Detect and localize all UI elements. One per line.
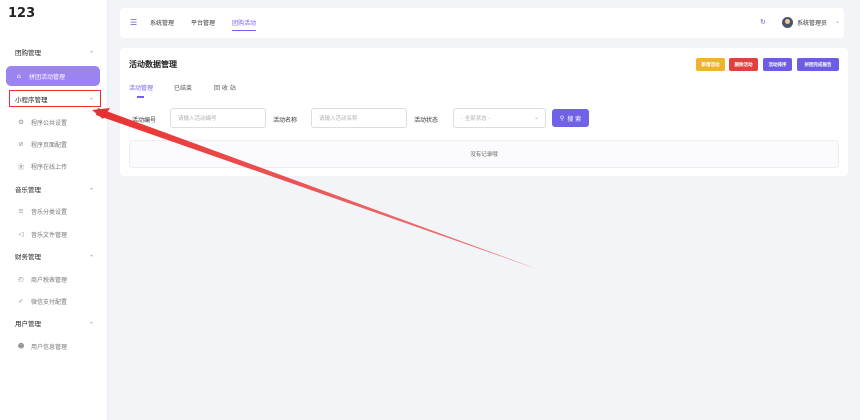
sidebar-item-upload[interactable]: Ⓡ 程序在线上传 — [0, 157, 108, 175]
sidebar-item-music-category[interactable]: ≡ 音乐分类设置 — [0, 202, 108, 220]
page-title: 活动数据管理 — [129, 60, 177, 69]
chevron-up-icon: ⌄ — [88, 252, 94, 260]
main-card: 活动数据管理 新增活动 删除活动 活动排序 拼团完成报告 活动管理 已结束 回 … — [120, 48, 848, 176]
chevron-up-icon: ⌄ — [88, 185, 94, 193]
sidebar-group-group-buy[interactable]: 团购管理 ⌄ — [0, 43, 108, 61]
search-icon: ⚲ — [559, 114, 565, 122]
tab-ended[interactable]: 已结束 — [174, 83, 192, 92]
tab-recycle-bin[interactable]: 回 收 站 — [214, 83, 236, 92]
search-button[interactable]: ⚲ 搜 索 — [552, 109, 589, 127]
sidebar-item-label: 程序公共设置 — [31, 119, 68, 127]
sidebar-item-music-files[interactable]: ◁ 音乐文件管理 — [0, 225, 108, 243]
sidebar-group-music[interactable]: 音乐管理 ⌄ — [0, 180, 108, 198]
home-icon: ⌂ — [16, 72, 22, 80]
sidebar-group-users[interactable]: 用户管理 ⌄ — [0, 314, 108, 332]
speaker-icon: ◁ — [18, 230, 24, 238]
sidebar-group-finance[interactable]: 财务管理 ⌄ — [0, 247, 108, 265]
sidebar-item-label: 音乐分类设置 — [31, 208, 68, 216]
sidebar-item-label: 程序页面配置 — [31, 141, 68, 149]
sidebar-item-page-config[interactable]: ⊘ 程序页面配置 — [0, 135, 108, 153]
gear-icon: ⚙ — [18, 118, 24, 126]
sidebar: 123 团购管理 ⌄ ⌂ 拼团活动管理 小程序管理 ⌄ ⚙ 程序公共设置 ⊘ 程… — [0, 0, 108, 420]
status-select-value: - 全部状态 - — [461, 116, 491, 122]
delete-activity-button[interactable]: 删除活动 — [729, 58, 758, 71]
empty-state-text: 没有记录哦 — [470, 152, 498, 158]
activity-status-select[interactable]: - 全部状态 - ⌄ — [453, 108, 546, 128]
empty-state: 没有记录哦 — [129, 140, 839, 168]
app-logo: 123 — [8, 6, 36, 21]
username[interactable]: 系统管理员 — [797, 18, 827, 27]
topnav-platform[interactable]: 平台管理 — [191, 18, 215, 27]
avatar[interactable] — [782, 17, 793, 28]
highlight-box — [9, 90, 101, 107]
upload-icon: Ⓡ — [17, 163, 25, 171]
report-button[interactable]: 拼团完成报告 — [797, 58, 839, 71]
list-icon: ≡ — [18, 207, 24, 215]
topnav-system[interactable]: 系统管理 — [150, 18, 174, 27]
sidebar-item-label: 微信支付配置 — [31, 298, 68, 306]
top-bar: ☰ 系统管理 平台管理 团购活动 ↻ 系统管理员 ⌄ — [120, 8, 844, 38]
sidebar-group-label: 用户管理 — [15, 320, 41, 328]
activity-code-label: 活动编号 — [132, 117, 157, 124]
sidebar-group-label: 音乐管理 — [15, 186, 41, 194]
add-activity-button[interactable]: 新增活动 — [696, 58, 725, 71]
menu-icon[interactable]: ☰ — [130, 18, 137, 27]
sidebar-item-user-info[interactable]: ☻ 用户信息管理 — [0, 337, 108, 355]
refresh-icon[interactable]: ↻ — [760, 18, 766, 26]
clock-icon: ◴ — [18, 275, 24, 283]
sidebar-item-group-activity[interactable]: ⌂ 拼团活动管理 — [6, 66, 100, 86]
tab-activity-manage[interactable]: 活动管理 — [129, 83, 153, 92]
chevron-up-icon: ⌄ — [88, 48, 94, 56]
sidebar-item-label: 拼团活动管理 — [29, 73, 66, 81]
sidebar-item-merchant-tax[interactable]: ◴ 商户税表管理 — [0, 270, 108, 288]
check-circle-icon: ✓ — [18, 297, 24, 305]
sidebar-item-label: 程序在线上传 — [31, 163, 68, 171]
sidebar-item-wechat-pay[interactable]: ✓ 微信支付配置 — [0, 292, 108, 310]
chevron-down-icon[interactable]: ⌄ — [835, 18, 840, 25]
search-button-label: 搜 索 — [567, 115, 582, 123]
user-icon: ☻ — [17, 342, 25, 350]
sidebar-group-label: 财务管理 — [15, 253, 41, 261]
sort-activity-button[interactable]: 活动排序 — [763, 58, 792, 71]
sidebar-item-label: 商户税表管理 — [31, 276, 68, 284]
sidebar-group-label: 团购管理 — [15, 49, 41, 57]
activity-name-input[interactable]: 请输入活动名称 — [311, 108, 407, 128]
activity-status-label: 活动状态 — [414, 117, 439, 124]
topnav-group-buy[interactable]: 团购活动 — [232, 18, 257, 31]
chevron-up-icon: ⌄ — [88, 319, 94, 327]
sidebar-item-public-settings[interactable]: ⚙ 程序公共设置 — [0, 113, 108, 131]
activity-name-label: 活动名称 — [273, 117, 298, 124]
activity-code-input[interactable]: 请输入活动编号 — [170, 108, 266, 128]
sidebar-item-label: 音乐文件管理 — [31, 231, 68, 239]
sidebar-item-label: 用户信息管理 — [31, 343, 68, 351]
compass-icon: ⊘ — [18, 140, 24, 148]
tab-underline — [137, 96, 144, 98]
chevron-down-icon: ⌄ — [533, 114, 539, 121]
